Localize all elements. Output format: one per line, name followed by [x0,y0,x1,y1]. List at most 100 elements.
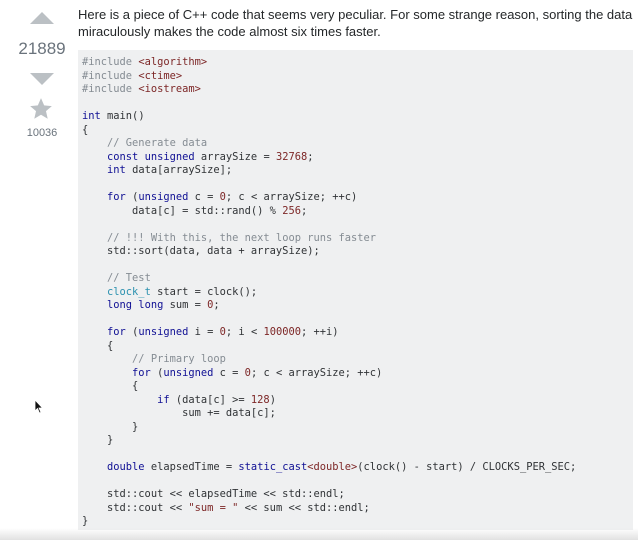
code-token: sum = [163,299,208,311]
code-token: ( [125,326,139,338]
code-token: <iostream> [138,83,201,95]
code-line: #include <ctime> [82,70,629,84]
code-token: <algorithm> [138,56,208,68]
code-token: (clock() - start) / CLOCKS_PER_SEC; [357,461,577,473]
code-token: elapsedTime = [144,461,239,473]
code-token: ; i < [225,326,264,338]
code-token: << sum << std::endl; [238,501,370,514]
mouse-cursor-icon [34,399,44,414]
code-token: } [82,434,114,446]
code-line: } [82,515,629,529]
code-token: <ctime> [138,69,183,82]
vote-count: 21889 [18,39,66,58]
star-icon[interactable] [28,96,54,122]
code-token: ) [269,393,276,406]
code-token: std::cout << elapsedTime << std::endl; [82,488,345,500]
code-token: clock_t [107,285,151,298]
code-line: } [82,434,629,448]
code-line: if (data[c] >= 128) [82,394,629,408]
upvote-arrow-icon[interactable] [30,12,54,24]
code-line: // Test [82,272,629,286]
code-line: #include <iostream> [82,83,629,97]
code-token: unsigned [138,326,189,338]
code-token: ( [150,366,164,379]
code-line: clock_t start = clock(); [82,286,629,300]
code-line: double elapsedTime = static_cast<double>… [82,461,629,475]
code-token: ; [213,299,220,311]
downvote-arrow-icon[interactable] [30,73,54,85]
code-line: const unsigned arraySize = 32768; [82,151,629,165]
code-token: long long [107,299,164,311]
code-token: std::cout << [82,501,189,514]
code-token: sum += data[c]; [82,407,276,419]
code-token: c = [188,191,220,203]
code-token: c = [213,366,245,379]
code-token: { [82,123,89,136]
code-token: for [107,191,126,203]
code-token: ; c < arraySize; ++c) [250,366,383,379]
question-body-text: Here is a piece of C++ code that seems v… [78,7,633,39]
code-line: data[c] = std::rand() % 256; [82,205,629,219]
code-line: std::sort(data, data + arraySize); [82,245,629,259]
code-line: for (unsigned c = 0; c < arraySize; ++c) [82,191,629,205]
code-token: start = clock(); [150,285,258,298]
code-token: const unsigned [107,150,195,163]
vote-column: 21889 10036 [0,0,78,540]
code-token: // Generate data [107,137,208,149]
code-token: int [107,164,126,176]
code-token: } [82,420,139,433]
code-token: ; c < arraySize; ++c) [225,191,358,203]
code-token: // Primary loop [132,353,226,365]
code-line: { [82,380,629,394]
code-token: double [107,461,145,473]
code-token: arraySize = [194,150,276,163]
code-token: "sum = " [188,501,239,514]
code-token: i = [188,326,220,338]
favorite-count: 10036 [26,127,58,139]
code-line: #include <algorithm> [82,56,629,70]
code-token: ; [300,204,308,217]
code-line: { [82,340,629,354]
code-token: data[c] = std::rand() % [82,204,283,217]
code-token: <double> [307,461,358,473]
code-token: // !!! With this, the next loop runs fas… [107,231,377,244]
code-token: { [82,339,114,352]
code-line: for (unsigned i = 0; i < 100000; ++i) [82,326,629,340]
code-token: if [157,393,170,406]
code-token: ( [125,191,139,203]
code-line: for (unsigned c = 0; c < arraySize; ++c) [82,367,629,381]
code-token: static_cast [238,461,308,473]
code-line: std::cout << "sum = " << sum << std::end… [82,502,629,516]
bottom-edge-fade [0,528,638,540]
code-line: int main() [82,110,629,124]
code-token: for [132,366,151,379]
code-token: #include [82,83,139,95]
code-token: { [82,380,139,392]
code-token: ; [307,150,314,163]
code-token: // Test [107,272,151,284]
code-token: int [82,110,101,122]
code-token: data[arraySize]; [125,164,233,176]
code-token: 100000 [263,326,302,338]
code-token: main() [100,110,145,122]
code-token: #include [82,69,139,82]
code-line: // Generate data [82,137,629,151]
